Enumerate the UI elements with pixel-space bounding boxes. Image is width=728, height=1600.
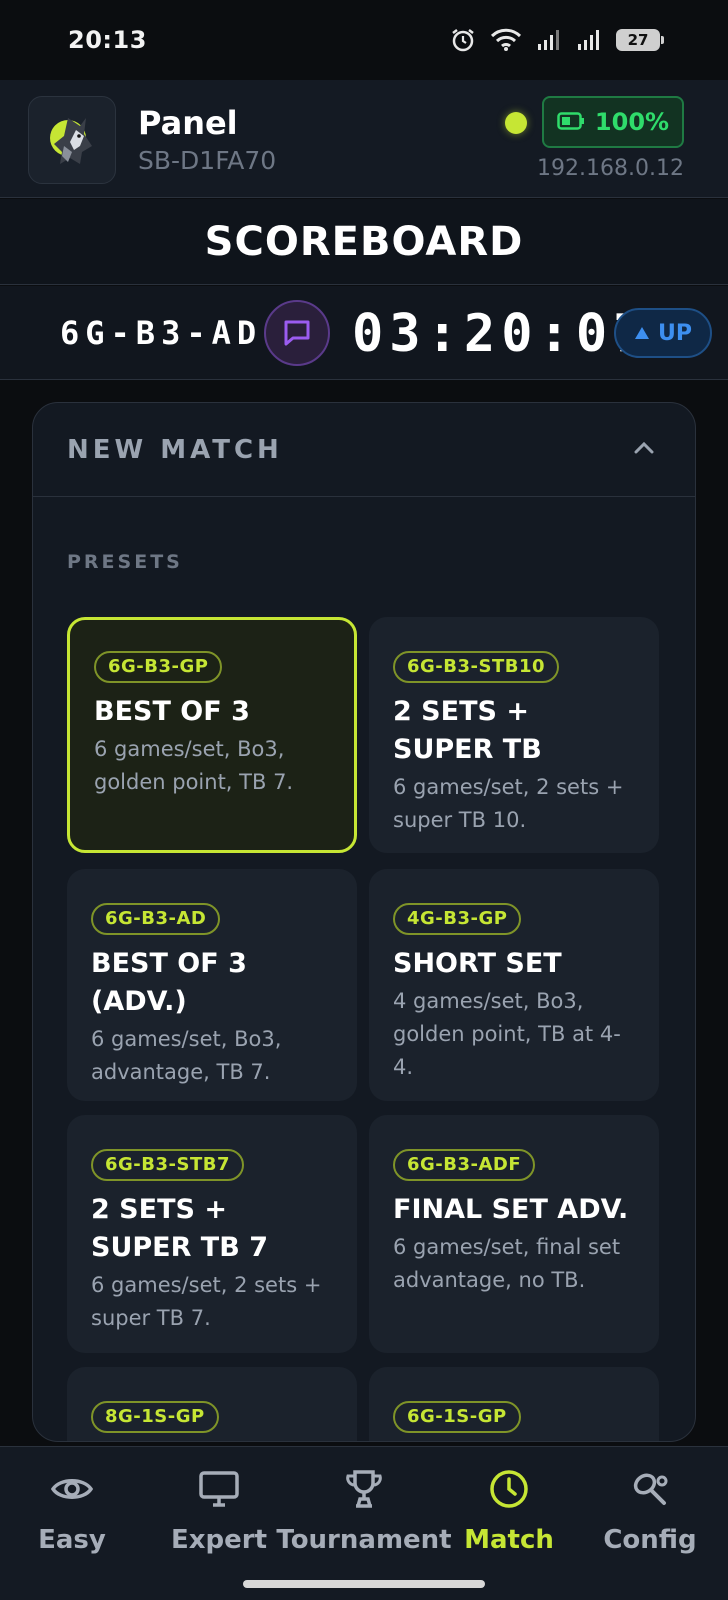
preset-description: 6 games/set, Bo3, advantage, TB 7. xyxy=(91,1027,282,1084)
nav-item-config[interactable]: Config xyxy=(602,1467,698,1555)
nav-item-match[interactable]: Match xyxy=(462,1467,556,1555)
monitor-icon xyxy=(197,1467,241,1515)
title-bar: SCOREBOARD xyxy=(0,199,728,285)
nav-label: Tournament xyxy=(276,1525,452,1555)
trophy-icon xyxy=(342,1467,386,1515)
preset-code: 4G-B3-GP xyxy=(393,903,522,935)
app-header: Panel SB-D1FA70 100% 192.168.0.12 xyxy=(0,80,728,198)
new-match-title: NEW MATCH xyxy=(67,434,283,465)
preset-code: 8G-1S-GP xyxy=(91,1401,219,1433)
preset-code: 6G-B3-ADF xyxy=(393,1149,536,1181)
preset-title: 2 SETS + SUPER TB 7 xyxy=(91,1194,268,1263)
preset-card[interactable]: 4G-B3-GP SHORT SET 4 games/set, Bo3, gol… xyxy=(369,869,659,1101)
nav-label: Config xyxy=(603,1525,697,1555)
chevron-up-icon[interactable] xyxy=(633,440,655,459)
clock-icon xyxy=(487,1467,531,1515)
chat-button[interactable] xyxy=(264,300,330,366)
bottom-nav: Easy Expert Tournament Match Config xyxy=(0,1446,728,1600)
app-logo xyxy=(28,96,116,184)
new-match-header[interactable]: NEW MATCH xyxy=(33,403,695,497)
chat-icon xyxy=(284,320,310,346)
preset-code: 6G-B3-STB7 xyxy=(91,1149,244,1181)
match-clock: 03:20:07 xyxy=(352,304,651,364)
nav-item-easy[interactable]: Easy xyxy=(30,1467,114,1555)
preset-code: 6G-B3-AD xyxy=(91,903,221,935)
nav-item-expert[interactable]: Expert xyxy=(166,1467,272,1555)
preset-code: 6G-B3-GP xyxy=(94,651,223,683)
wifi-icon xyxy=(490,28,522,52)
home-indicator[interactable] xyxy=(243,1580,485,1588)
battery-icon: 27 xyxy=(616,29,664,51)
preset-card[interactable]: 6G-B3-AD BEST OF 3 (ADV.) 6 games/set, B… xyxy=(67,869,357,1101)
signal-icon xyxy=(576,28,602,52)
eye-icon xyxy=(50,1467,94,1515)
presets-label: PRESETS xyxy=(67,551,183,573)
ip-address: 192.168.0.12 xyxy=(537,156,684,181)
preset-code: 6G-1S-GP xyxy=(393,1401,521,1433)
preset-title: BEST OF 3 (ADV.) xyxy=(91,948,247,1017)
current-match-code: 6G-B3-AD xyxy=(60,314,263,352)
preset-title: BEST OF 3 xyxy=(94,696,250,727)
racket-icon xyxy=(628,1467,672,1515)
preset-card[interactable]: 6G-B3-GP BEST OF 3 6 games/set, Bo3, gol… xyxy=(67,617,357,853)
preset-description: 6 games/set, 2 sets + super TB 7. xyxy=(91,1273,322,1330)
preset-description: 4 games/set, Bo3, golden point, TB at 4-… xyxy=(393,989,621,1079)
preset-card[interactable]: 6G-1S-GP xyxy=(369,1367,659,1441)
preset-title: SHORT SET xyxy=(393,948,562,979)
device-battery-badge: 100% xyxy=(542,96,684,148)
preset-description: 6 games/set, 2 sets + super TB 10. xyxy=(393,775,624,832)
status-time: 20:13 xyxy=(68,26,147,54)
preset-title: FINAL SET ADV. xyxy=(393,1194,629,1225)
nav-label: Match xyxy=(464,1525,554,1555)
timer-row: 6G-B3-AD 03:20:07 UP xyxy=(0,286,728,380)
battery-percentage: 100% xyxy=(594,108,670,136)
preset-card[interactable]: 6G-B3-STB7 2 SETS + SUPER TB 7 6 games/s… xyxy=(67,1115,357,1353)
preset-code: 6G-B3-STB10 xyxy=(393,651,559,683)
status-icons: 27 xyxy=(450,27,664,53)
preset-description: 6 games/set, Bo3, golden point, TB 7. xyxy=(94,737,294,794)
nav-item-tournament[interactable]: Tournament xyxy=(276,1467,452,1555)
triangle-up-icon xyxy=(634,321,650,346)
page-title: SCOREBOARD xyxy=(204,218,524,265)
connection-status-dot xyxy=(505,112,527,134)
battery-charge-icon xyxy=(557,108,585,136)
preset-card[interactable]: 8G-1S-GP xyxy=(67,1367,357,1441)
signal-icon xyxy=(536,28,562,52)
wolf-logo-icon xyxy=(50,118,92,164)
clock-direction-button[interactable]: UP xyxy=(614,308,712,358)
preset-description: 6 games/set, final set advantage, no TB. xyxy=(393,1235,621,1292)
preset-card[interactable]: 6G-B3-STB10 2 SETS + SUPER TB 6 games/se… xyxy=(369,617,659,853)
preset-card[interactable]: 6G-B3-ADF FINAL SET ADV. 6 games/set, fi… xyxy=(369,1115,659,1353)
panel-title: Panel xyxy=(138,104,238,142)
nav-label: Expert xyxy=(170,1525,268,1555)
alarm-icon xyxy=(450,27,476,53)
direction-label: UP xyxy=(658,320,692,346)
preset-title: 2 SETS + SUPER TB xyxy=(393,696,542,765)
device-id: SB-D1FA70 xyxy=(138,146,277,175)
new-match-panel: NEW MATCH PRESETS 6G-B3-GP BEST OF 3 6 g… xyxy=(32,402,696,1442)
status-bar: 20:13 27 xyxy=(0,0,728,80)
nav-label: Easy xyxy=(38,1525,106,1555)
